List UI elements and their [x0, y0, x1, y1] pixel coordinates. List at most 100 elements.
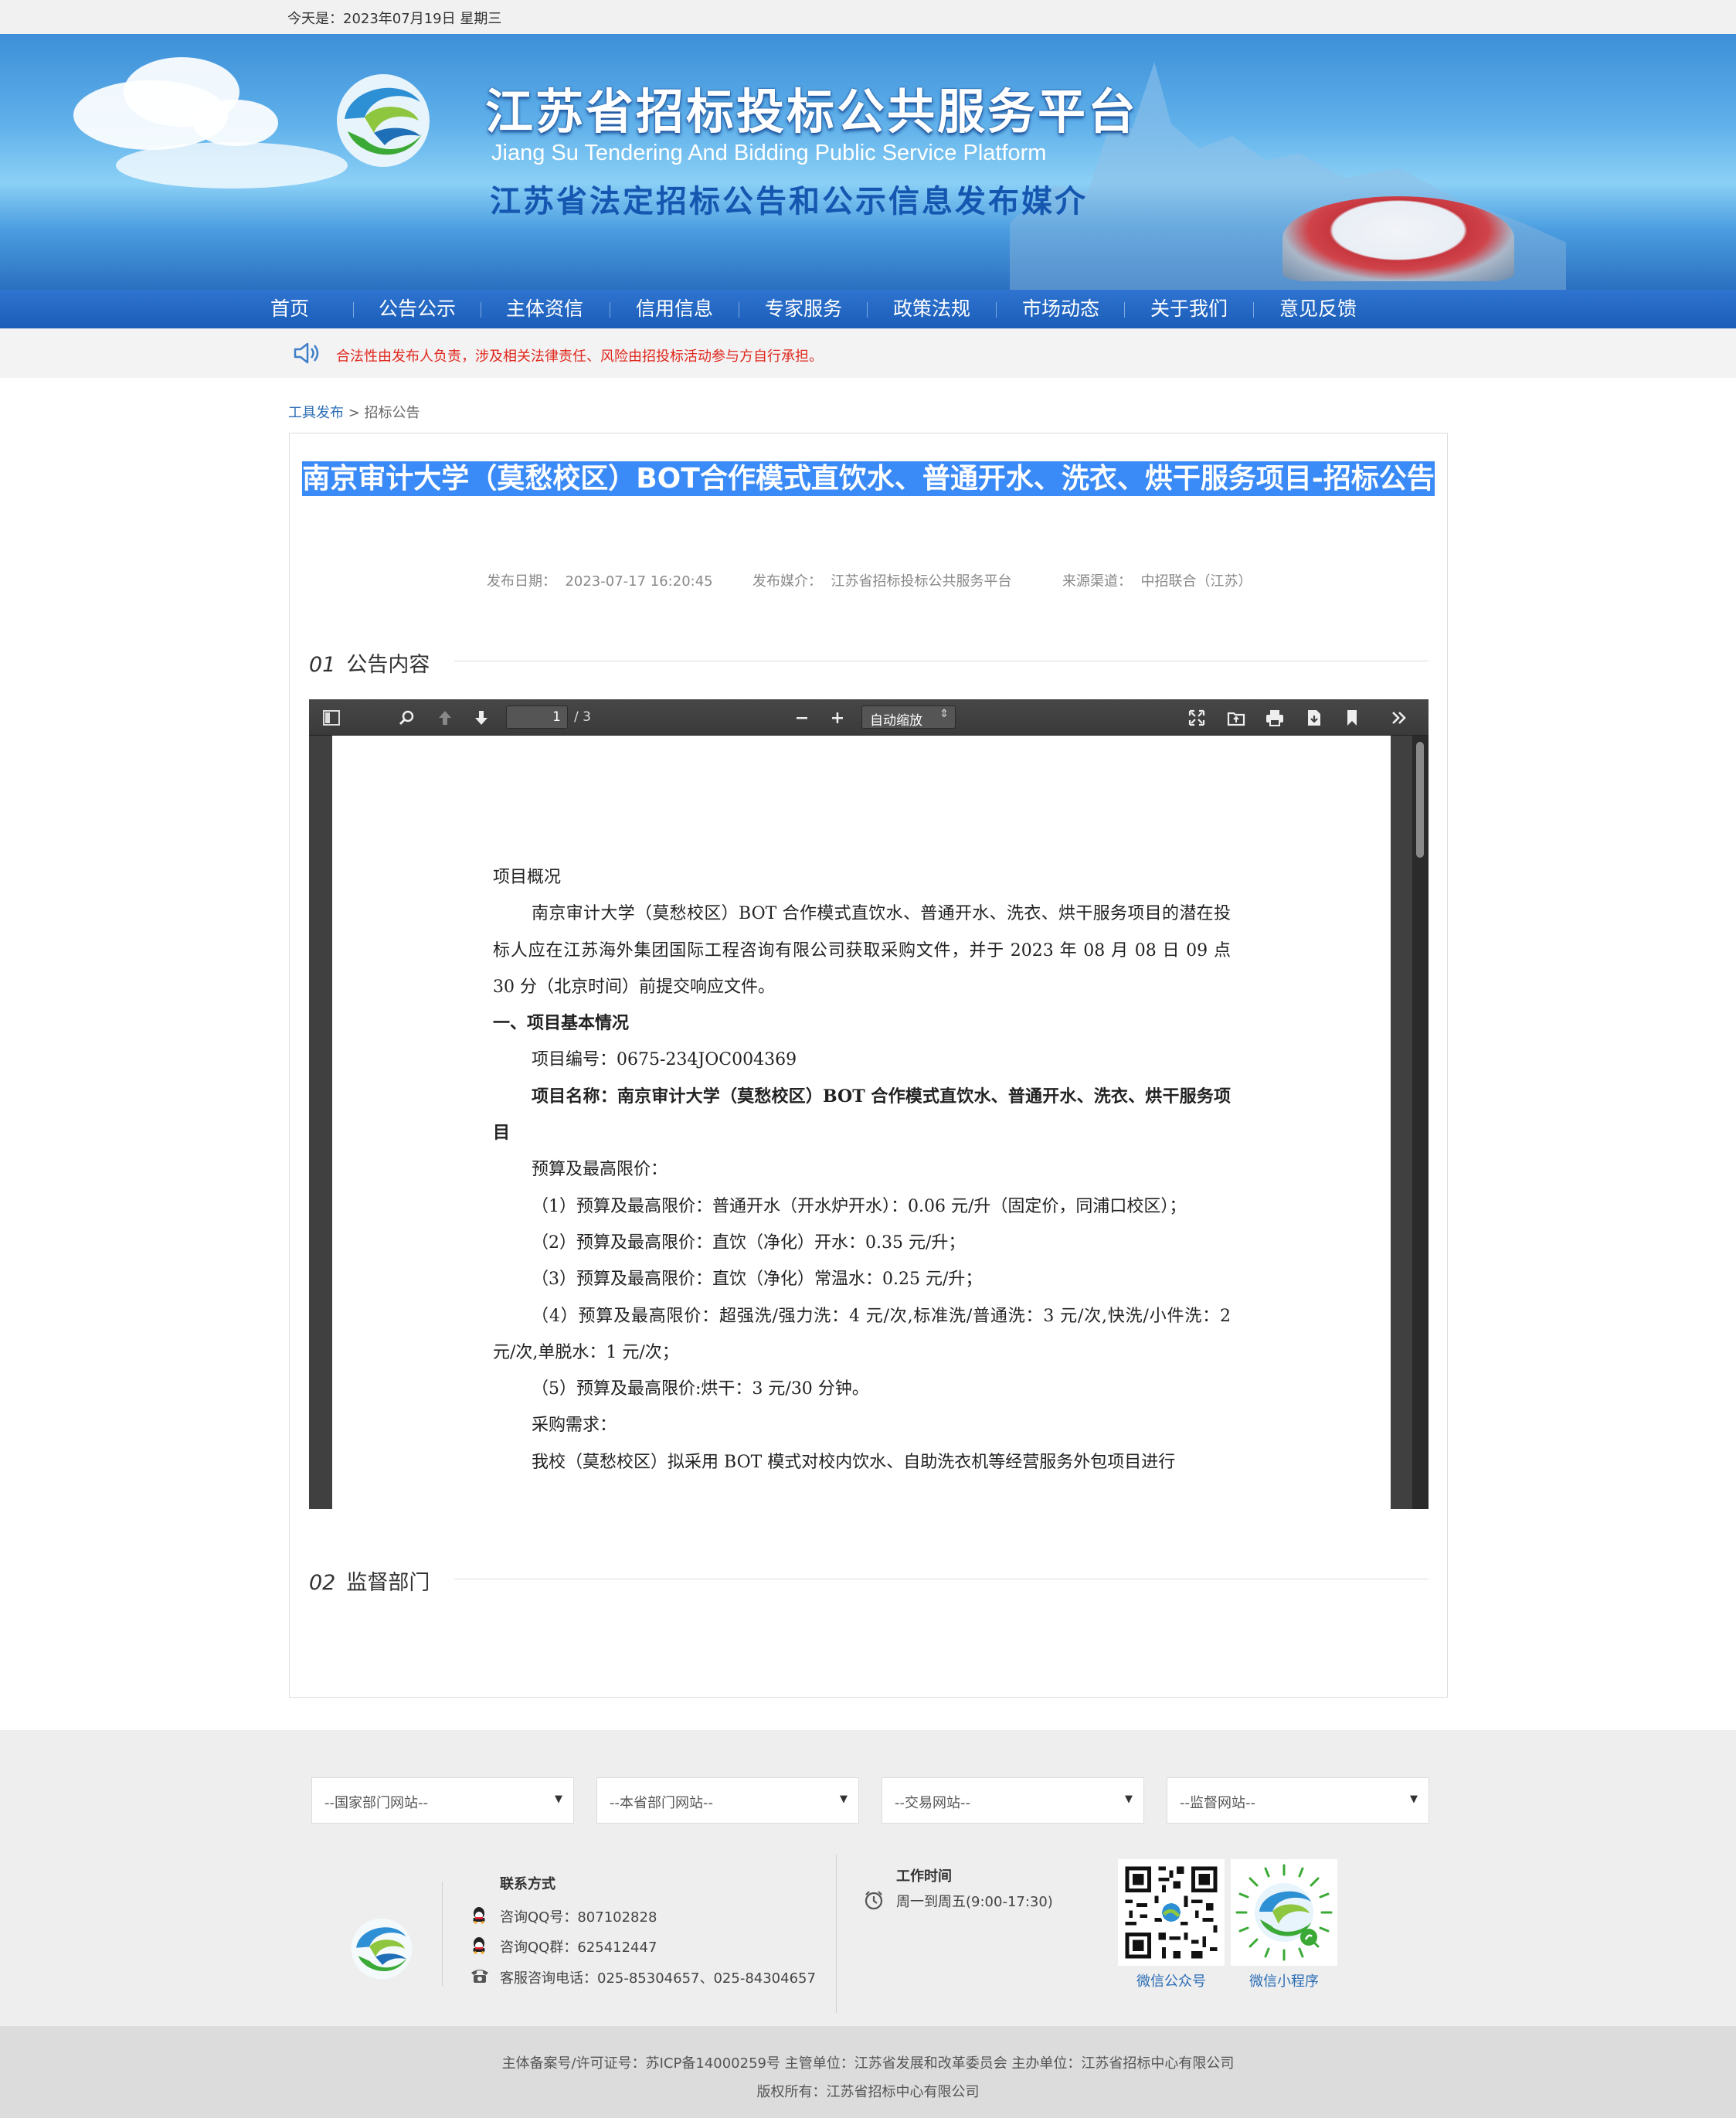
- print-icon[interactable]: [1265, 709, 1284, 726]
- publish-date-label: 发布日期：: [487, 573, 556, 590]
- qq-group-icon: [473, 1937, 485, 1954]
- dropdown-arrow-icon: ▼: [840, 1793, 848, 1805]
- qq-icon: [473, 1907, 485, 1924]
- cloud-decoration: [116, 142, 348, 189]
- wechat-qr-label[interactable]: 微信公众号: [1118, 1970, 1225, 1991]
- search-icon[interactable]: [398, 709, 415, 726]
- section-number: 02: [309, 1571, 336, 1595]
- site-title: 江苏省招标投标公共服务平台: [485, 83, 1139, 140]
- doc-paragraph: 项目名称：南京审计大学（莫愁校区）BOT 合作模式直饮水、普通开水、洗衣、烘干服…: [493, 1086, 1231, 1144]
- phone-icon: [471, 1970, 488, 1983]
- contact-title: 联系方式: [500, 1876, 555, 1892]
- copyright-bar: 主体备案号/许可证号：苏ICP备14000259号 主管单位：江苏省发展和改革委…: [0, 2026, 1736, 2118]
- doc-paragraph: （1）预算及最高限价：普通开水（开水炉开水）：0.06 元/升（固定价，同浦口校…: [532, 1196, 1187, 1216]
- dropdown-arrow-icon: ▼: [1410, 1793, 1418, 1805]
- tools-icon[interactable]: [1391, 711, 1408, 725]
- mini-program-code-icon: [1231, 1859, 1337, 1966]
- provincial-sites-select[interactable]: --本省部门网站-- ▼: [596, 1777, 859, 1824]
- previous-page-icon[interactable]: [437, 709, 454, 726]
- mini-program-qr-code[interactable]: [1231, 1859, 1337, 1966]
- source-channel-label: 来源渠道：: [1062, 573, 1132, 590]
- article-title: 南京审计大学（莫愁校区）BOT合作模式直饮水、普通开水、洗衣、烘干服务项目-招标…: [295, 457, 1442, 501]
- select-value: --国家部门网站--: [324, 1795, 428, 1811]
- top-date-bar: 今天是：2023年07月19日 星期三: [0, 0, 1736, 34]
- nav-feedback[interactable]: 意见反馈: [1268, 290, 1368, 328]
- page-count: / 3: [574, 709, 591, 725]
- doc-paragraph: 采购需求：: [532, 1416, 617, 1436]
- national-sites-select[interactable]: --国家部门网站-- ▼: [311, 1777, 574, 1824]
- cloud-decoration: [193, 100, 278, 146]
- open-file-icon[interactable]: [1227, 709, 1245, 726]
- pdf-scrollbar[interactable]: [1412, 736, 1429, 1509]
- legal-notice-bar: 合法性由发布人负责，涉及相关法律责任、风险由招投标活动参与方自行承担。: [0, 328, 1736, 378]
- section-number: 01: [309, 653, 336, 677]
- main-nav: 首页 公告公示 主体资信 信用信息 专家服务 政策法规 市场动态 关于我们 意见…: [0, 290, 1736, 328]
- breadcrumb: 工具发布 > 招标公告: [288, 402, 420, 422]
- page-number-input[interactable]: 1: [506, 705, 568, 729]
- select-arrow-icon: ⇕: [939, 708, 949, 720]
- nav-expert-service[interactable]: 专家服务: [753, 290, 854, 328]
- nav-divider: [1124, 302, 1125, 318]
- nav-credit-info[interactable]: 信用信息: [624, 290, 725, 328]
- sidebar-toggle-icon[interactable]: [323, 710, 340, 726]
- mini-program-qr-label[interactable]: 微信小程序: [1231, 1970, 1337, 1991]
- site-title-english: Jiang Su Tendering And Bidding Public Se…: [491, 141, 1047, 165]
- breadcrumb-separator: >: [344, 405, 365, 421]
- footer-logo-icon: [351, 1918, 413, 1980]
- nav-divider: [867, 302, 868, 318]
- section-title: 公告内容: [346, 653, 430, 677]
- zoom-in-icon[interactable]: [830, 710, 845, 726]
- select-value: --监督网站--: [1180, 1795, 1255, 1811]
- nav-divider: [996, 302, 997, 318]
- section-title: 监督部门: [346, 1571, 430, 1595]
- service-phone: 客服咨询电话：025-85304657、025-84304657: [500, 1970, 816, 1987]
- nav-credentials[interactable]: 主体资信: [494, 290, 595, 328]
- nav-home[interactable]: 首页: [255, 290, 324, 328]
- current-date: 今天是：2023年07月19日 星期三: [287, 11, 502, 27]
- doc-paragraph: （3）预算及最高限价：直饮（净化）常温水：0.25 元/升；: [532, 1270, 983, 1290]
- footer-divider: [442, 1882, 443, 1986]
- site-footer: [0, 1730, 1736, 2026]
- speaker-icon: [294, 342, 319, 364]
- zoom-select-value: 自动缩放: [870, 713, 922, 729]
- stadium-decoration: [1282, 196, 1514, 281]
- pdf-viewer[interactable]: 1 / 3 自动缩放 ⇕ 项目概况 南京审计大学（莫愁校区）BOT 合作模式直饮水…: [309, 699, 1429, 1509]
- zoom-out-icon[interactable]: [794, 710, 810, 726]
- bookmark-icon[interactable]: [1344, 709, 1360, 726]
- qr-code-icon: [1118, 1859, 1225, 1966]
- article-title-text: 南京审计大学（莫愁校区）BOT合作模式直饮水、普通开水、洗衣、烘干服务项目-招标…: [302, 461, 1435, 496]
- section-heading-content: 01 公告内容: [309, 648, 430, 678]
- pdf-scrollbar-thumb[interactable]: [1416, 742, 1424, 858]
- footer-divider: [836, 1855, 837, 2013]
- nav-policies[interactable]: 政策法规: [882, 290, 982, 328]
- legal-notice-text: 合法性由发布人负责，涉及相关法律责任、风险由招投标活动参与方自行承担。: [336, 348, 823, 365]
- doc-heading: 一、项目基本情况: [493, 1013, 630, 1034]
- supervision-sites-select[interactable]: --监督网站-- ▼: [1167, 1777, 1429, 1824]
- pdf-document-text: 项目概况 南京审计大学（莫愁校区）BOT 合作模式直饮水、普通开水、洗衣、烘干服…: [493, 859, 1231, 1481]
- clock-icon: [865, 1891, 883, 1910]
- dropdown-arrow-icon: ▼: [555, 1793, 562, 1805]
- source-channel: 来源渠道： 中招联合（江苏）: [1062, 570, 1252, 590]
- presentation-mode-icon[interactable]: [1188, 709, 1205, 726]
- nav-market-news[interactable]: 市场动态: [1011, 290, 1111, 328]
- nav-about-us[interactable]: 关于我们: [1139, 290, 1239, 328]
- site-logo-icon[interactable]: [334, 71, 433, 170]
- site-subtitle: 江苏省法定招标公告和公示信息发布媒介: [490, 183, 1088, 219]
- doc-paragraph: 南京审计大学（莫愁校区）BOT 合作模式直饮水、普通开水、洗衣、烘干服务项目的潜…: [493, 904, 1231, 997]
- select-value: --交易网站--: [895, 1795, 970, 1811]
- select-value: --本省部门网站--: [610, 1795, 713, 1811]
- next-page-icon[interactable]: [473, 709, 490, 726]
- publish-date-value: 2023-07-17 16:20:45: [565, 573, 713, 590]
- wechat-qr-code[interactable]: [1118, 1859, 1225, 1966]
- dropdown-arrow-icon: ▼: [1125, 1793, 1133, 1805]
- zoom-select[interactable]: 自动缩放 ⇕: [861, 705, 956, 729]
- doc-paragraph: （2）预算及最高限价：直饮（净化）开水：0.35 元/升；: [532, 1232, 966, 1253]
- work-hours: 周一到周五(9:00-17:30): [896, 1894, 1053, 1910]
- download-icon[interactable]: [1306, 709, 1323, 726]
- source-channel-value: 中招联合（江苏）: [1140, 573, 1252, 590]
- breadcrumb-home-link[interactable]: 工具发布: [288, 405, 344, 421]
- nav-announcements[interactable]: 公告公示: [367, 290, 467, 328]
- pdf-page: 项目概况 南京审计大学（莫愁校区）BOT 合作模式直饮水、普通开水、洗衣、烘干服…: [332, 736, 1391, 1509]
- trading-sites-select[interactable]: --交易网站-- ▼: [882, 1777, 1144, 1824]
- breadcrumb-current: 招标公告: [364, 405, 420, 421]
